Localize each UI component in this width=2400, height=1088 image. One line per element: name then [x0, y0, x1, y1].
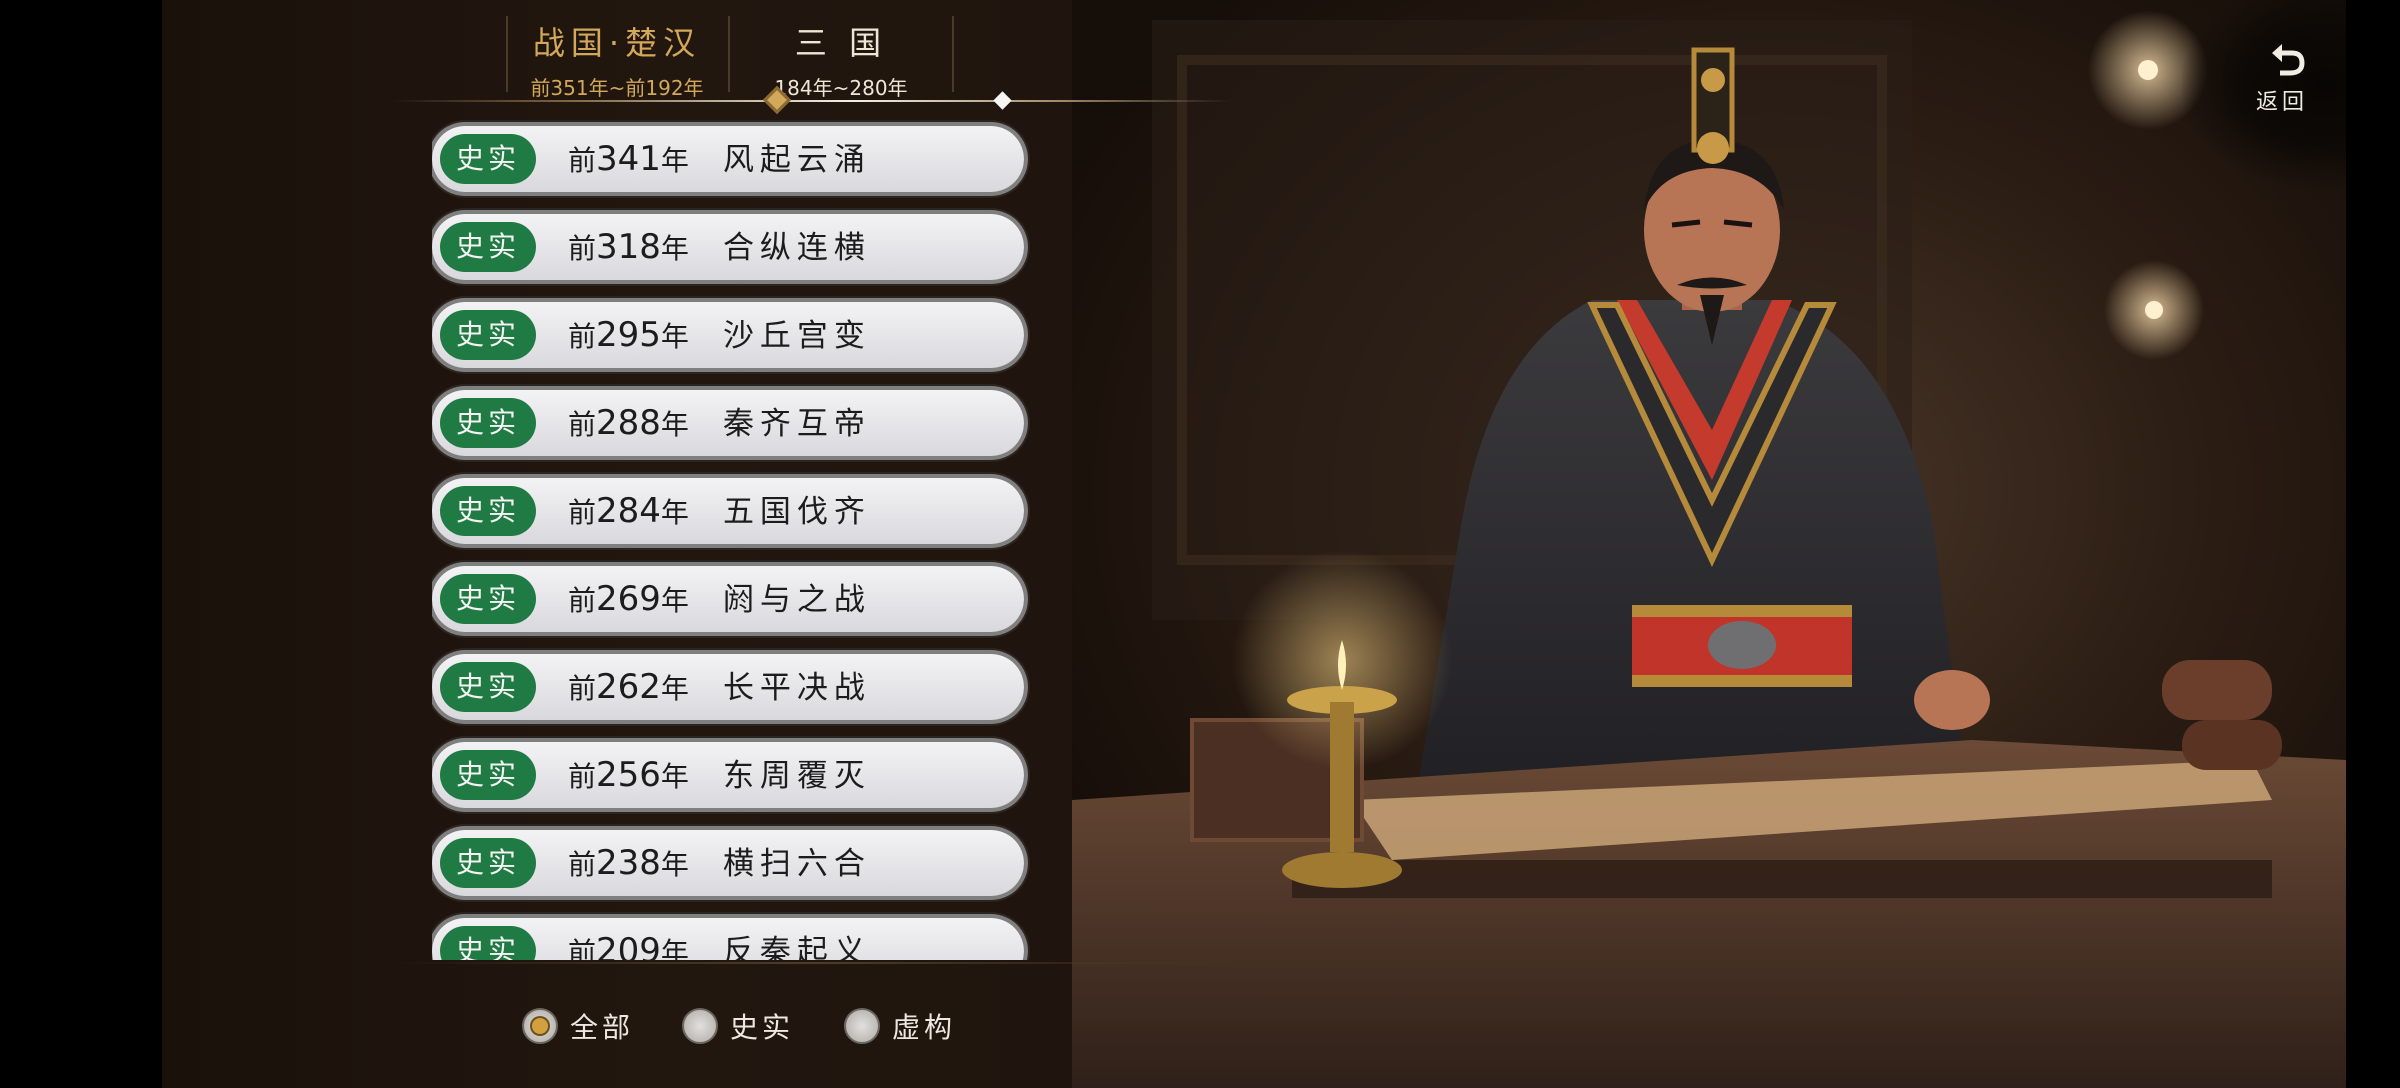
event-name: 东周覆灭	[722, 758, 871, 794]
year-prefix: 前	[568, 584, 597, 617]
historical-badge: 史实	[440, 750, 536, 800]
event-text: 前288年 秦齐互帝	[568, 390, 871, 456]
year-prefix: 前	[568, 848, 597, 881]
tab-years: 184年~280年	[774, 76, 908, 100]
year-unit: 年	[660, 848, 689, 881]
event-item[interactable]: 史实 前238年 横扫六合	[432, 830, 1024, 896]
event-name: 秦齐互帝	[722, 406, 871, 442]
year-unit: 年	[660, 408, 689, 441]
event-name: 横扫六合	[722, 846, 871, 882]
event-text: 前284年 五国伐齐	[568, 478, 871, 544]
event-name: 五国伐齐	[722, 494, 871, 530]
event-text: 前341年 风起云涌	[568, 126, 871, 192]
year-unit: 年	[660, 144, 689, 177]
year-prefix: 前	[568, 496, 597, 529]
tab-three-kingdoms[interactable]: 三 国 184年~280年	[730, 12, 952, 100]
year-unit: 年	[660, 760, 689, 793]
historical-badge: 史实	[440, 574, 536, 624]
game-screen: 战国·楚汉 前351年~前192年 三 国 184年~280年 史实 前341年…	[0, 0, 2400, 1088]
year-prefix: 前	[568, 232, 597, 265]
back-button[interactable]: 返回	[2182, 0, 2346, 190]
event-name: 阏与之战	[722, 582, 871, 618]
event-year: 209	[596, 931, 661, 960]
radio-icon[interactable]	[682, 1008, 718, 1044]
event-year: 288	[596, 403, 661, 443]
radio-checked-icon[interactable]	[522, 1008, 558, 1044]
event-item[interactable]: 史实 前318年 合纵连横	[432, 214, 1024, 280]
event-text: 前209年 反秦起义	[568, 918, 871, 960]
back-label: 返回	[2255, 90, 2308, 115]
event-name: 风起云涌	[722, 142, 871, 178]
character-illustration	[1072, 0, 2346, 1088]
year-unit: 年	[660, 584, 689, 617]
event-item[interactable]: 史实 前295年 沙丘宫变	[432, 302, 1024, 368]
event-year: 318	[596, 227, 661, 267]
filter-label: 史实	[730, 1011, 795, 1044]
event-item[interactable]: 史实 前209年 反秦起义	[432, 918, 1024, 960]
event-year: 284	[596, 491, 661, 531]
event-name: 反秦起义	[722, 934, 871, 960]
event-item[interactable]: 史实 前288年 秦齐互帝	[432, 390, 1024, 456]
undo-arrow-icon	[2272, 44, 2305, 76]
event-year: 262	[596, 667, 661, 707]
event-text: 前295年 沙丘宫变	[568, 302, 871, 368]
tab-divider	[506, 16, 508, 92]
event-item[interactable]: 史实 前284年 五国伐齐	[432, 478, 1024, 544]
event-text: 前238年 横扫六合	[568, 830, 871, 896]
year-prefix: 前	[568, 408, 597, 441]
filter-label: 虚构	[892, 1011, 957, 1044]
event-year: 238	[596, 843, 661, 883]
year-prefix: 前	[568, 760, 597, 793]
event-text: 前262年 长平决战	[568, 654, 871, 720]
event-text: 前318年 合纵连横	[568, 214, 871, 280]
year-prefix: 前	[568, 320, 597, 353]
event-year: 295	[596, 315, 661, 355]
event-item[interactable]: 史实 前256年 东周覆灭	[432, 742, 1024, 808]
year-unit: 年	[660, 320, 689, 353]
event-year: 341	[596, 139, 661, 179]
year-unit: 年	[660, 936, 689, 960]
historical-badge: 史实	[440, 838, 536, 888]
year-unit: 年	[660, 672, 689, 705]
event-text: 前269年 阏与之战	[568, 566, 871, 632]
event-name: 沙丘宫变	[722, 318, 871, 354]
historical-badge: 史实	[440, 662, 536, 712]
tab-years: 前351年~前192年	[530, 76, 704, 100]
event-year: 269	[596, 579, 661, 619]
scenario-select-panel: 战国·楚汉 前351年~前192年 三 国 184年~280年 史实 前341年…	[162, 0, 2346, 1088]
radio-icon[interactable]	[844, 1008, 880, 1044]
historical-badge: 史实	[440, 222, 536, 272]
event-name: 长平决战	[722, 670, 871, 706]
tab-title: 三 国	[794, 24, 888, 62]
event-item[interactable]: 史实 前269年 阏与之战	[432, 566, 1024, 632]
tab-divider	[952, 16, 954, 92]
event-list[interactable]: 史实 前341年 风起云涌 史实 前318年 合纵连横 史实 前295年 沙丘宫变 史…	[432, 118, 1192, 960]
tab-warring-states[interactable]: 战国·楚汉 前351年~前192年	[506, 12, 728, 100]
historical-badge: 史实	[440, 926, 536, 960]
year-prefix: 前	[568, 672, 597, 705]
tab-title: 战国·楚汉	[532, 24, 702, 62]
year-prefix: 前	[568, 936, 597, 960]
tab-baseline	[390, 100, 1230, 102]
filter-label: 全部	[570, 1011, 635, 1044]
event-item[interactable]: 史实 前341年 风起云涌	[432, 126, 1024, 192]
historical-badge: 史实	[440, 398, 536, 448]
year-unit: 年	[660, 496, 689, 529]
historical-badge: 史实	[440, 134, 536, 184]
event-item[interactable]: 史实 前262年 长平决战	[432, 654, 1024, 720]
year-unit: 年	[660, 232, 689, 265]
event-year: 256	[596, 755, 661, 795]
historical-badge: 史实	[440, 486, 536, 536]
illustration-svg	[1072, 10, 2346, 1088]
year-prefix: 前	[568, 144, 597, 177]
era-tabs: 战国·楚汉 前351年~前192年 三 国 184年~280年	[506, 12, 958, 100]
event-name: 合纵连横	[722, 230, 871, 266]
event-text: 前256年 东周覆灭	[568, 742, 871, 808]
historical-badge: 史实	[440, 310, 536, 360]
list-divider	[390, 962, 1230, 964]
